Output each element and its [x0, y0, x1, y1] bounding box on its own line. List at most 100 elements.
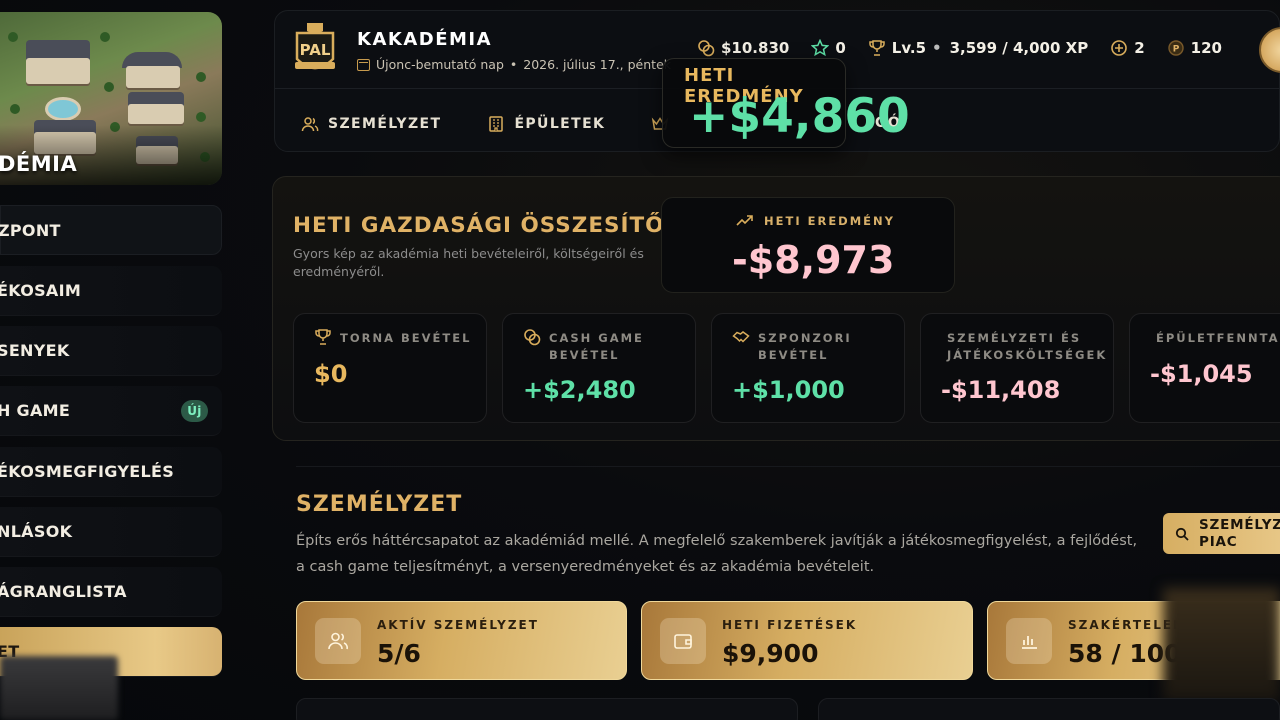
blurred-overlay-right — [1163, 588, 1280, 702]
sidebar-item-label: NLÁSOK — [0, 522, 73, 541]
wallet-icon — [674, 634, 692, 649]
tokens-stat: 2 — [1110, 39, 1145, 57]
xp-value: 3,599 / 4,000 XP — [949, 39, 1089, 57]
academy-hero-image: DÉMIA — [0, 12, 222, 185]
stars-value: 0 — [835, 39, 846, 57]
tab-label: ÉPÜLETEK — [514, 116, 606, 132]
result-label: HETI EREDMÉNY — [764, 214, 895, 228]
xp-stat: 3,599 / 4,000 XP — [950, 39, 1089, 57]
sidebar-item-cash-game[interactable]: H GAME Új — [0, 386, 222, 436]
tab-label: SZEMÉLYZET — [328, 116, 442, 132]
level-value: Lv.5 — [891, 39, 927, 57]
sidebar-item-label: ÉKOSAIM — [0, 281, 82, 300]
blurred-overlay — [0, 656, 118, 720]
search-icon — [1175, 527, 1189, 541]
card-label: SZPONZORI BEVÉTEL — [758, 331, 852, 362]
users-icon — [328, 632, 348, 650]
section-divider — [296, 466, 1280, 467]
staff-member-card[interactable] — [296, 698, 798, 720]
staff-section-description: Építs erős háttércsapatot az akadémiád m… — [296, 533, 1138, 575]
xp-separator: • — [932, 39, 942, 57]
staff-market-button[interactable]: SZEMÉLYZE PIAC — [1163, 513, 1280, 554]
cash-game-income-card: CASH GAME BEVÉTEL +$2,480 — [502, 313, 696, 423]
sidebar-item-jatekosmegfigyeles[interactable]: ÉKOSMEGFIGYELÉS — [0, 447, 222, 497]
main-tabs: SZEMÉLYZET ÉPÜLETEK — [301, 115, 715, 133]
trend-up-icon — [736, 215, 753, 226]
staff-costs-card: SZEMÉLYZETI ÉS JÁTÉKOSKÖLTSÉGEK -$11,408 — [920, 313, 1114, 423]
staff-member-card[interactable] — [818, 698, 1280, 720]
sidebar-item-label: SENYEK — [0, 341, 70, 360]
card-label: TORNA BEVÉTEL — [340, 331, 472, 345]
result-value: -$8,973 — [732, 238, 895, 282]
sidebar-item-ranglista[interactable]: ÁGRANGLISTA — [0, 567, 222, 617]
weekly-economy-panel: HETI GAZDASÁGI ÖSSZESÍTŐ Gyors kép az ak… — [272, 176, 1280, 441]
hero-title: DÉMIA — [0, 152, 78, 176]
chips-value: 120 — [1190, 39, 1222, 57]
summary-label: AKTÍV SZEMÉLYZET — [377, 618, 539, 632]
new-badge: Új — [181, 400, 208, 422]
card-value: $0 — [314, 360, 348, 388]
profile-avatar[interactable] — [1259, 27, 1280, 73]
economy-description: Gyors kép az akadémia heti bevételeiről,… — [293, 246, 644, 279]
money-value: $10.830 — [721, 39, 790, 57]
card-value: -$1,045 — [1150, 360, 1253, 388]
star-icon — [811, 39, 830, 57]
weekly-salaries-card: HETI FIZETÉSEK $9,900 — [641, 601, 973, 680]
tournament-income-card: TORNA BEVÉTEL $0 — [293, 313, 487, 423]
toast-value: +$4,860 — [689, 89, 910, 144]
coins-icon — [524, 329, 541, 346]
active-staff-card: AKTÍV SZEMÉLYZET 5/6 — [296, 601, 627, 680]
calendar-icon — [357, 58, 370, 71]
economy-title: HETI GAZDASÁGI ÖSSZESÍTŐ — [293, 213, 665, 238]
header-stats: $10.830 0 Lv.5 • 3,599 / 4,000 XP 2 P 12… — [697, 39, 1244, 57]
card-label: CASH GAME BEVÉTEL — [549, 331, 644, 362]
card-value: -$11,408 — [941, 376, 1061, 404]
summary-value: $9,900 — [722, 639, 819, 668]
card-value: +$1,000 — [732, 376, 845, 404]
trophy-icon — [869, 40, 885, 56]
tab-szemelyzet[interactable]: SZEMÉLYZET — [301, 115, 441, 133]
summary-label: HETI FIZETÉSEK — [722, 618, 858, 632]
sidebar-item-label: ÁGRANGLISTA — [0, 582, 127, 601]
logo-text: PAL — [300, 41, 331, 59]
building-icon — [489, 116, 504, 132]
chip-icon: P — [1167, 40, 1184, 56]
bar-chart-icon — [1022, 636, 1037, 649]
stars-stat: 0 — [811, 39, 846, 57]
sidebar: DÉMIA ZPONT ÉKOSAIM SENYEK H GAME Új ÉKO… — [0, 0, 222, 720]
market-button-label-2: PIAC — [1199, 534, 1238, 550]
level-stat: Lv.5 — [868, 39, 926, 57]
weekly-result-box: HETI EREDMÉNY -$8,973 — [661, 197, 955, 293]
svg-text:P: P — [1172, 45, 1179, 55]
academy-logo-icon: PAL — [295, 23, 335, 70]
sponsor-income-card: SZPONZORI BEVÉTEL +$1,000 — [711, 313, 905, 423]
tokens-value: 2 — [1134, 39, 1145, 57]
building-maintenance-card: ÉPÜLETFENNTART -$1,045 — [1129, 313, 1280, 423]
current-date: 2026. július 17., péntek — [523, 57, 671, 72]
card-label: SZEMÉLYZETI ÉS JÁTÉKOSKÖLTSÉGEK — [947, 331, 1108, 362]
sidebar-item-jatekosaim[interactable]: ÉKOSAIM — [0, 266, 222, 316]
handshake-icon — [732, 331, 750, 343]
card-label: ÉPÜLETFENNTART — [1156, 331, 1280, 345]
money-stat: $10.830 — [697, 39, 789, 57]
app-root: DÉMIA ZPONT ÉKOSAIM SENYEK H GAME Új ÉKO… — [0, 0, 1280, 720]
sidebar-item-kozpont[interactable]: ZPONT — [0, 205, 222, 255]
sidebar-item-label: H GAME — [0, 401, 71, 420]
weekly-result-toast: HETI EREDMÉNY +$4,860 — [662, 58, 910, 148]
staff-section-title: SZEMÉLYZET — [296, 492, 463, 517]
tab-epuletek[interactable]: ÉPÜLETEK — [487, 115, 605, 133]
event-name: Újonc-bemutató nap — [376, 57, 504, 72]
chips-stat: P 120 — [1167, 39, 1222, 57]
users-icon — [301, 117, 319, 132]
sidebar-item-versenyek[interactable]: SENYEK — [0, 326, 222, 376]
sidebar-item-label: ÉKOSMEGFIGYELÉS — [0, 462, 175, 481]
plus-coin-icon — [1111, 40, 1128, 56]
brand-name: KAKADÉMIA — [357, 29, 493, 50]
sidebar-item-label: ZPONT — [0, 220, 61, 240]
card-value: +$2,480 — [523, 376, 636, 404]
summary-value: 5/6 — [377, 639, 421, 668]
subline-separator: • — [509, 57, 518, 72]
sidebar-item-ajanlasok[interactable]: NLÁSOK — [0, 507, 222, 557]
market-button-label: SZEMÉLYZE — [1199, 517, 1280, 533]
coins-icon — [698, 40, 715, 57]
